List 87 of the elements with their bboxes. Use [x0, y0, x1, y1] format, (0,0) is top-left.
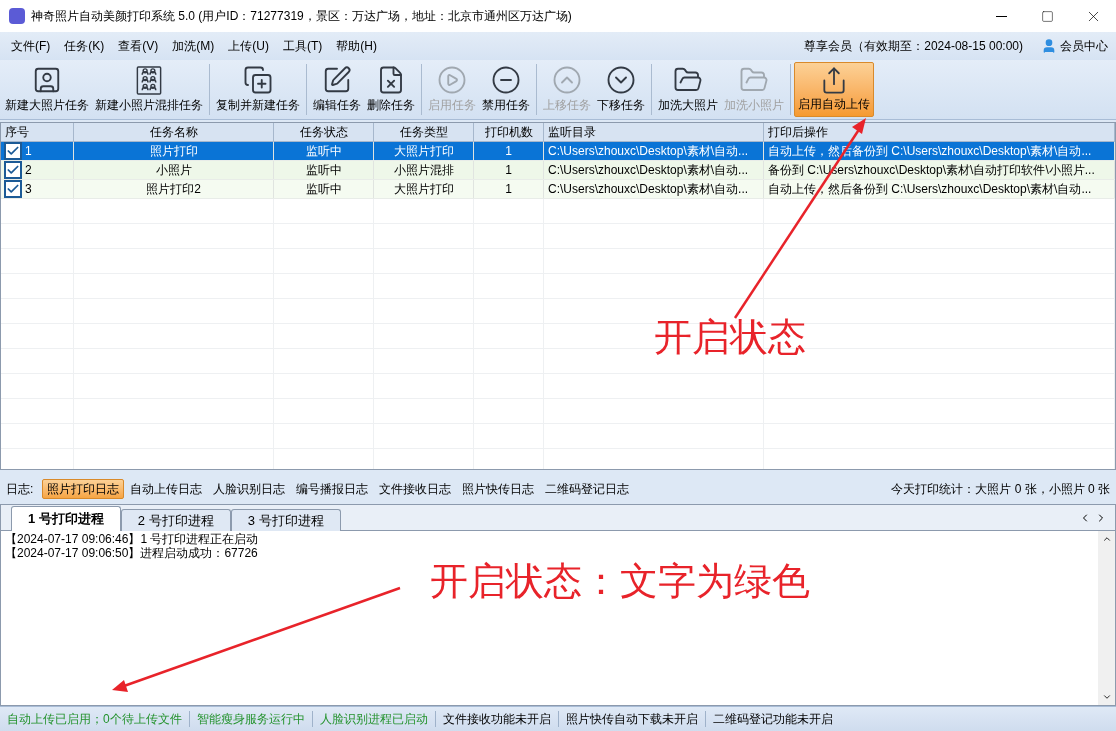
table-cell-text: 小照片	[155, 162, 192, 179]
log-tab[interactable]: 编号播报日志	[291, 479, 374, 499]
column-header[interactable]: 任务类型	[374, 123, 474, 141]
down-circle-icon	[606, 65, 636, 95]
table-cell-text: 监听中	[305, 143, 342, 160]
process-tab[interactable]: 1 号打印进程	[11, 506, 121, 531]
membership-text: 尊享会员（有效期至：2024-08-15 00:00)	[804, 38, 1023, 55]
scrollbar[interactable]	[1098, 531, 1115, 705]
table-cell-text: 1	[25, 143, 32, 160]
toolbar-button[interactable]: 禁用任务	[479, 62, 533, 117]
play-icon	[437, 65, 467, 95]
status-item: 照片快传自动下载未开启	[564, 711, 699, 728]
app-logo-icon	[9, 8, 25, 24]
column-header[interactable]: 打印机数	[474, 123, 544, 141]
menu-item[interactable]: 文件(F)	[4, 37, 58, 55]
menu-item[interactable]: 上传(U)	[221, 37, 276, 55]
log-label: 日志:	[6, 481, 34, 498]
log-tab[interactable]: 照片快传日志	[457, 479, 540, 499]
row-checkbox[interactable]	[4, 180, 22, 198]
table-cell-text: 监听中	[305, 181, 342, 198]
table-cell-text: 2	[25, 162, 32, 179]
toolbar-button[interactable]: 加洗大照片	[655, 62, 721, 117]
menu-item[interactable]: 帮助(H)	[329, 37, 384, 55]
user-icon	[1041, 38, 1057, 54]
user-square-icon	[32, 65, 62, 95]
log-tab[interactable]: 二维码登记日志	[540, 479, 635, 499]
process-tab[interactable]: 2 号打印进程	[120, 509, 231, 531]
status-item: 文件接收功能未开启	[441, 711, 552, 728]
status-item: 智能瘦身服务运行中	[195, 711, 306, 728]
log-tab[interactable]: 照片打印日志	[42, 479, 125, 499]
table-cell-text: 照片打印	[149, 143, 198, 160]
table-cell-text: 自动上传，然后备份到 C:\Users\zhouxc\Desktop\素材\自动...	[768, 181, 1092, 198]
annotation-text: 开启状态：文字为绿色	[430, 562, 810, 600]
process-tab[interactable]: 3 号打印进程	[230, 509, 341, 531]
annotation-text: 开启状态	[654, 318, 806, 356]
print-stats: 今天打印统计：大照片 0 张，小照片 0 张	[891, 481, 1110, 498]
status-item: 人脸识别进程已启动	[318, 711, 429, 728]
copy-plus-icon	[243, 65, 273, 95]
row-checkbox[interactable]	[4, 161, 22, 179]
table-cell-text: 大照片打印	[393, 143, 454, 160]
scroll-up-icon[interactable]	[1101, 534, 1112, 544]
toolbar-button[interactable]: 启用自动上传	[794, 62, 874, 117]
table-cell-text: 3	[25, 181, 32, 198]
toolbar-button[interactable]: 删除任务	[364, 62, 418, 117]
menu-item[interactable]: 加洗(M)	[165, 37, 222, 55]
edit-icon	[322, 65, 352, 95]
minus-circle-icon	[491, 65, 521, 95]
table-cell-text: 1	[505, 181, 512, 198]
toolbar-button[interactable]: 下移任务	[594, 62, 648, 117]
table-cell-text: 1	[505, 143, 512, 160]
check-icon	[6, 144, 20, 158]
table-cell-text: 小照片混排	[393, 162, 454, 179]
column-header[interactable]: 序号	[1, 123, 74, 141]
log-line: 【2024-07-17 09:06:50】进程启动成功：67726	[5, 546, 259, 560]
toolbar-button[interactable]: 复制并新建任务	[213, 62, 303, 117]
column-header[interactable]: 任务状态	[274, 123, 374, 141]
maximize-icon	[1040, 9, 1054, 23]
log-tab[interactable]: 自动上传日志	[125, 479, 208, 499]
table-cell-text: C:\Users\zhouxc\Desktop\素材\自动...	[548, 162, 749, 179]
log-line: 【2024-07-17 09:06:46】1 号打印进程正在启动	[5, 532, 260, 546]
table-cell-text: 大照片打印	[393, 181, 454, 198]
log-tab[interactable]: 人脸识别日志	[208, 479, 291, 499]
toolbar-button[interactable]: 新建大照片任务	[2, 62, 92, 117]
toolbar-button[interactable]: 编辑任务	[310, 62, 364, 117]
table-cell-text: C:\Users\zhouxc\Desktop\素材\自动...	[548, 181, 749, 198]
toolbar-button[interactable]: 新建小照片混排任务	[92, 62, 206, 117]
status-item: 自动上传已启用；0个待上传文件	[6, 711, 183, 728]
scroll-down-icon[interactable]	[1101, 692, 1112, 702]
menu-item[interactable]: 工具(T)	[276, 37, 330, 55]
table-cell-text: 1	[505, 162, 512, 179]
row-checkbox[interactable]	[4, 142, 22, 160]
column-header[interactable]: 监听目录	[544, 123, 764, 141]
table-cell-text: 照片打印2	[146, 181, 201, 198]
menu-item[interactable]: 查看(V)	[111, 37, 166, 55]
status-item: 二维码登记功能未开启	[711, 711, 834, 728]
menu-item[interactable]: 任务(K)	[57, 37, 112, 55]
member-center-link[interactable]: 会员中心	[1041, 37, 1108, 55]
table-cell-text: C:\Users\zhouxc\Desktop\素材\自动...	[548, 143, 749, 160]
minimize-icon	[995, 15, 1007, 17]
window-title: 神奇照片自动美颜打印系统 5.0 (用户ID：71277319，景区：万达广场，地址：北京市通州区万达广场)	[31, 8, 572, 25]
table-cell-text: 监听中	[305, 162, 342, 179]
check-icon	[6, 182, 20, 196]
up-circle-icon	[552, 65, 582, 95]
table-row[interactable]: 3 照片打印2 监听中 大照片打印 1 C:\Users\zhouxc\Desktop\素材\自动... 自动上传，然后备份到 C:\Users\zhouxc\Desktop\素材\自动...	[1, 180, 1115, 199]
check-icon	[6, 163, 20, 177]
column-header[interactable]: 任务名称	[74, 123, 274, 141]
log-tab[interactable]: 文件接收日志	[374, 479, 457, 499]
